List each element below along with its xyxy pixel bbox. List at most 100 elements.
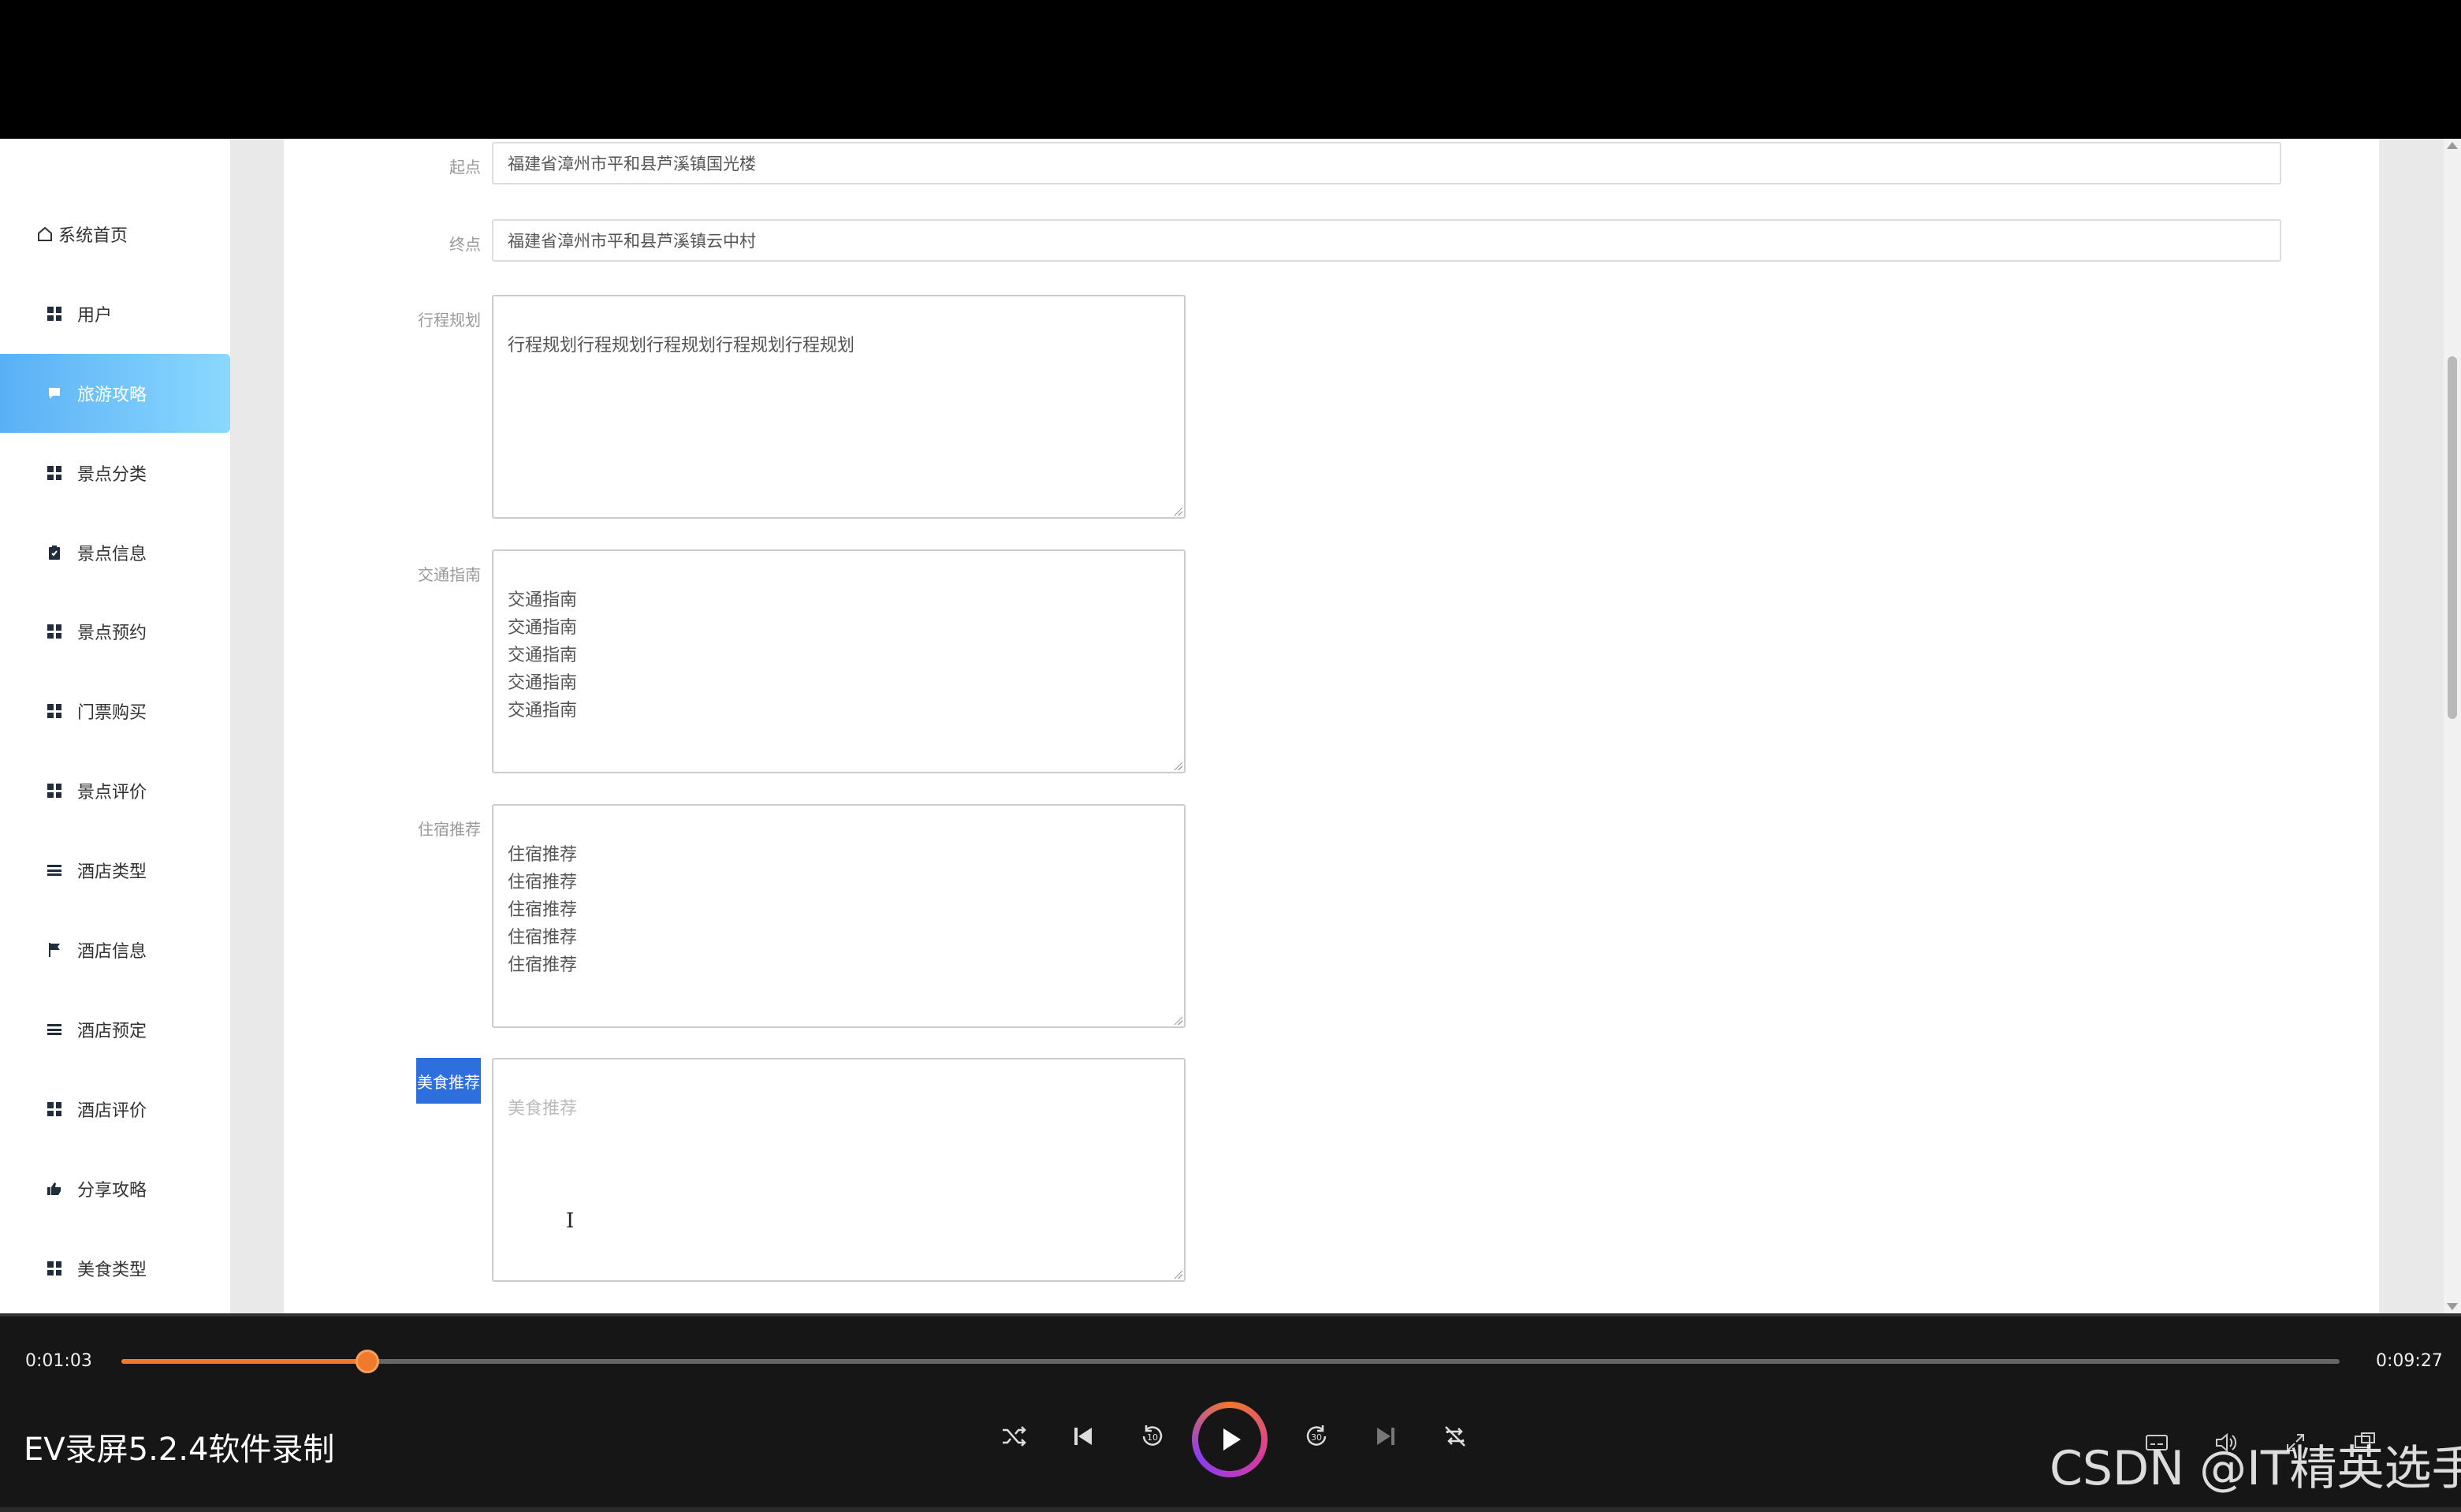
shuffle-button[interactable] <box>992 1414 1036 1458</box>
transport-text: 交通指南 交通指南 交通指南 交通指南 交通指南 <box>508 590 578 721</box>
list-icon <box>46 862 63 879</box>
resize-grip[interactable] <box>1173 1269 1182 1279</box>
sidebar-item-label: 分享攻略 <box>77 1181 147 1201</box>
progress-bar[interactable] <box>121 1350 2340 1373</box>
skip-previous-icon <box>1074 1428 1092 1445</box>
end-label: 终点 <box>449 235 481 254</box>
rewind-10-icon: 10 <box>1142 1425 1163 1446</box>
sidebar-item-scenic-info[interactable]: 景点信息 <box>0 513 230 592</box>
grid-icon <box>46 782 63 799</box>
play-button[interactable] <box>1192 1402 1268 1477</box>
sidebar-item-label: 门票购买 <box>77 703 147 723</box>
food-textarea[interactable]: 美食推荐 <box>492 1058 1186 1282</box>
content-right-gutter <box>2379 139 2444 1313</box>
itinerary-label: 行程规划 <box>418 311 481 330</box>
shuffle-icon <box>1003 1426 1026 1447</box>
csdn-watermark: CSDN @IT精英选手 <box>2050 1441 2461 1496</box>
sidebar-item-label: 酒店预定 <box>77 1022 147 1041</box>
sidebar-item-ticket-purchase[interactable]: 门票购买 <box>0 672 230 750</box>
grid-icon <box>46 1100 63 1118</box>
sidebar-item-hotel-type[interactable]: 酒店类型 <box>0 831 230 910</box>
sidebar-item-hotel-info[interactable]: 酒店信息 <box>0 911 230 989</box>
player-title: EV录屏5.2.4软件录制 <box>24 1432 335 1468</box>
total-time: 0:09:27 <box>2376 1351 2443 1371</box>
progress-knob[interactable] <box>356 1350 380 1373</box>
sidebar-item-scenic-review[interactable]: 景点评价 <box>0 751 230 830</box>
form-panel: 起点 福建省漳州市平和县芦溪镇国光楼 终点 福建省漳州市平和县芦溪镇云中村 行程… <box>284 139 2379 1313</box>
sidebar-item-home[interactable]: 系统首页 <box>0 195 230 274</box>
scroll-down-icon[interactable] <box>2447 1303 2458 1310</box>
sidebar-item-label: 旅游攻略 <box>77 385 147 405</box>
sidebar: 系统首页 用户 旅游攻略 景点分类 景点信息 景点预约 门票购买 景点评价 酒店… <box>0 139 230 1313</box>
svg-text:10: 10 <box>1147 1432 1158 1443</box>
sidebar-item-scenic-booking[interactable]: 景点预约 <box>0 592 230 671</box>
sidebar-item-share-guide[interactable]: 分享攻略 <box>0 1149 230 1228</box>
app-window: 系统首页 用户 旅游攻略 景点分类 景点信息 景点预约 门票购买 景点评价 酒店… <box>0 139 2461 1313</box>
sidebar-item-scenic-category[interactable]: 景点分类 <box>0 434 230 512</box>
sidebar-item-label: 酒店评价 <box>77 1101 147 1121</box>
player-divider <box>0 1313 2461 1316</box>
vertical-scrollbar[interactable] <box>2444 139 2461 1313</box>
sidebar-item-food-type[interactable]: 美食类型 <box>0 1229 230 1308</box>
sidebar-item-label: 酒店信息 <box>77 942 147 962</box>
sidebar-item-hotel-reservation[interactable]: 酒店预定 <box>0 990 230 1069</box>
resize-grip[interactable] <box>1173 506 1182 516</box>
sidebar-item-travel-guide[interactable]: 旅游攻略 <box>0 354 230 433</box>
clipboard-icon <box>46 544 63 561</box>
scroll-up-icon[interactable] <box>2447 142 2458 149</box>
chat-icon <box>46 385 63 402</box>
forward-30-icon: 30 <box>1306 1425 1327 1446</box>
resize-grip[interactable] <box>1173 761 1182 770</box>
start-label: 起点 <box>449 158 481 177</box>
transport-label: 交通指南 <box>418 565 481 584</box>
sidebar-item-label: 景点预约 <box>77 624 147 643</box>
end-input[interactable]: 福建省漳州市平和县芦溪镇云中村 <box>492 219 2281 262</box>
grid-icon <box>46 623 63 640</box>
sidebar-item-label: 酒店类型 <box>77 862 147 882</box>
thumbs-up-icon <box>46 1180 63 1197</box>
lodging-text: 住宿推荐 住宿推荐 住宿推荐 住宿推荐 住宿推荐 <box>508 845 578 975</box>
food-label: 美食推荐 <box>416 1058 481 1104</box>
play-button-inner <box>1198 1408 1261 1471</box>
sidebar-item-users[interactable]: 用户 <box>0 274 230 353</box>
sidebar-item-label: 景点信息 <box>77 545 147 564</box>
bottom-strip <box>0 1507 2461 1512</box>
resize-grip[interactable] <box>1173 1015 1182 1025</box>
video-player-bar: 0:01:03 0:09:27 EV录屏5.2.4软件录制 10 30 CSDN… <box>0 1313 2461 1512</box>
rewind-button[interactable]: 10 <box>1130 1414 1175 1458</box>
food-placeholder: 美食推荐 <box>508 1099 578 1119</box>
repeat-button[interactable] <box>1433 1414 1477 1458</box>
sidebar-item-label: 用户 <box>77 306 113 326</box>
sidebar-item-hotel-review[interactable]: 酒店评价 <box>0 1070 230 1149</box>
sidebar-item-label: 美食类型 <box>77 1261 147 1280</box>
grid-icon <box>46 305 63 322</box>
scrollbar-thumb[interactable] <box>2448 356 2457 719</box>
content-gutter <box>230 139 284 1313</box>
repeat-icon <box>1445 1426 1465 1447</box>
grid-icon <box>46 464 63 482</box>
sidebar-item-label: 系统首页 <box>58 226 128 246</box>
transport-textarea[interactable]: 交通指南 交通指南 交通指南 交通指南 交通指南 <box>492 549 1186 773</box>
current-time: 0:01:03 <box>25 1351 92 1371</box>
flag-icon <box>46 941 63 959</box>
home-icon <box>36 225 54 243</box>
itinerary-text: 行程规划行程规划行程规划行程规划行程规划 <box>508 336 855 356</box>
itinerary-textarea[interactable]: 行程规划行程规划行程规划行程规划行程规划 <box>492 295 1186 519</box>
progress-fill <box>121 1359 368 1364</box>
skip-next-icon <box>1377 1428 1394 1445</box>
svg-text:30: 30 <box>1311 1432 1322 1443</box>
previous-button[interactable] <box>1061 1414 1105 1458</box>
list-icon <box>46 1021 63 1038</box>
video-letterbox-top <box>0 0 2461 139</box>
grid-icon <box>46 1260 63 1277</box>
play-icon <box>1223 1428 1241 1451</box>
sidebar-item-label: 景点评价 <box>77 783 147 803</box>
start-input[interactable]: 福建省漳州市平和县芦溪镇国光楼 <box>492 142 2281 184</box>
grid-icon <box>46 702 63 720</box>
lodging-textarea[interactable]: 住宿推荐 住宿推荐 住宿推荐 住宿推荐 住宿推荐 <box>492 804 1186 1028</box>
lodging-label: 住宿推荐 <box>418 820 481 839</box>
text-cursor-icon: I <box>566 1209 574 1233</box>
sidebar-item-label: 景点分类 <box>77 465 147 485</box>
forward-button[interactable]: 30 <box>1294 1414 1338 1458</box>
next-button[interactable] <box>1364 1414 1408 1458</box>
